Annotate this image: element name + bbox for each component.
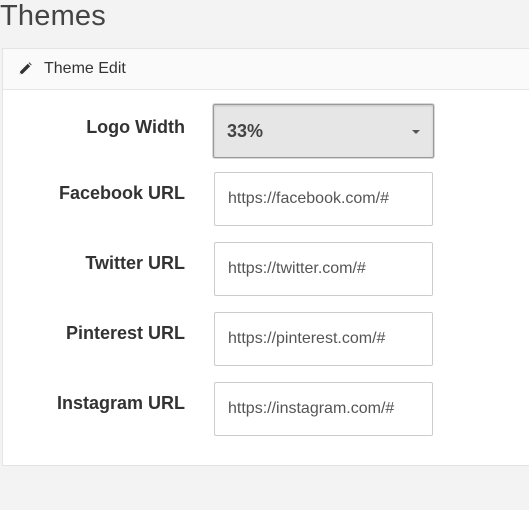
page-title: Themes (0, 0, 106, 32)
form-row-pinterest-url: Pinterest URL (3, 312, 529, 368)
panel-title: Theme Edit (44, 60, 126, 77)
form-row-facebook-url: Facebook URL (3, 172, 529, 228)
pencil-icon (18, 62, 32, 76)
theme-edit-panel: Theme Edit Logo Width 33% Facebook URL T… (2, 48, 529, 466)
pinterest-url-input[interactable] (214, 312, 433, 366)
panel-heading: Theme Edit (3, 49, 529, 90)
pinterest-url-label: Pinterest URL (65, 323, 185, 343)
twitter-url-input[interactable] (214, 242, 433, 296)
logo-width-select-value: 33% (227, 120, 264, 141)
form-row-twitter-url: Twitter URL (3, 242, 529, 298)
instagram-url-label: Instagram URL (56, 393, 185, 413)
logo-width-select[interactable]: 33% (213, 104, 434, 158)
twitter-url-label: Twitter URL (85, 253, 185, 273)
instagram-url-input[interactable] (214, 382, 433, 436)
logo-width-label: Logo Width (86, 117, 185, 137)
form-row-instagram-url: Instagram URL (3, 382, 529, 438)
facebook-url-input[interactable] (214, 172, 433, 226)
facebook-url-label: Facebook URL (58, 183, 185, 203)
caret-down-icon (412, 130, 420, 134)
form-row-logo-width: Logo Width 33% (3, 104, 529, 160)
